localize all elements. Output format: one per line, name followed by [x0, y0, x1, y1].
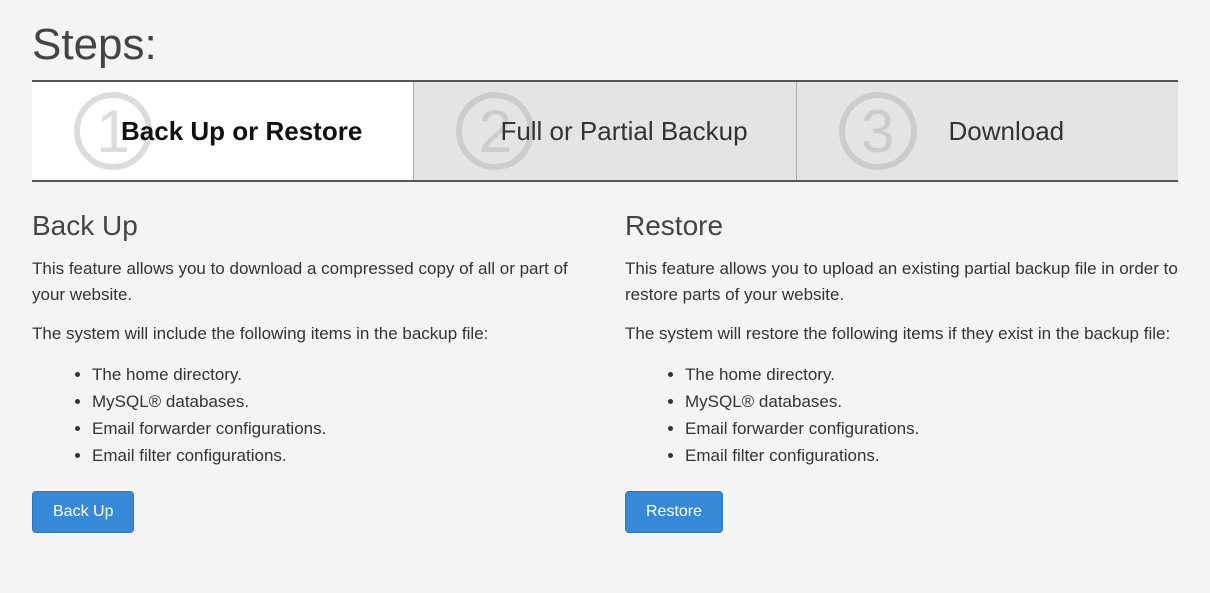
- tab-label: Full or Partial Backup: [462, 116, 747, 147]
- backup-button[interactable]: Back Up: [32, 491, 134, 533]
- list-item: MySQL® databases.: [92, 388, 585, 415]
- content-columns: Back Up This feature allows you to downl…: [32, 210, 1178, 533]
- list-item: MySQL® databases.: [685, 388, 1178, 415]
- tab-label: Download: [911, 116, 1065, 147]
- backup-item-list: The home directory. MySQL® databases. Em…: [32, 361, 585, 470]
- restore-column: Restore This feature allows you to uploa…: [625, 210, 1178, 533]
- backup-column: Back Up This feature allows you to downl…: [32, 210, 585, 533]
- page-title: Steps:: [32, 0, 1178, 82]
- tab-full-or-partial-backup[interactable]: 2 Full or Partial Backup: [414, 82, 796, 180]
- list-item: Email filter configurations.: [685, 442, 1178, 469]
- tab-backup-or-restore[interactable]: 1 Back Up or Restore: [32, 82, 414, 180]
- tab-download[interactable]: 3 Download: [797, 82, 1178, 180]
- tab-label: Back Up or Restore: [83, 116, 362, 147]
- restore-intro: The system will restore the following it…: [625, 321, 1178, 347]
- list-item: The home directory.: [685, 361, 1178, 388]
- restore-button[interactable]: Restore: [625, 491, 723, 533]
- restore-item-list: The home directory. MySQL® databases. Em…: [625, 361, 1178, 470]
- list-item: The home directory.: [92, 361, 585, 388]
- restore-description: This feature allows you to upload an exi…: [625, 256, 1178, 307]
- restore-title: Restore: [625, 210, 1178, 242]
- list-item: Email forwarder configurations.: [92, 415, 585, 442]
- list-item: Email forwarder configurations.: [685, 415, 1178, 442]
- step-number-3-icon: 3: [839, 92, 917, 170]
- list-item: Email filter configurations.: [92, 442, 585, 469]
- backup-intro: The system will include the following it…: [32, 321, 585, 347]
- backup-title: Back Up: [32, 210, 585, 242]
- steps-tabs: 1 Back Up or Restore 2 Full or Partial B…: [32, 82, 1178, 182]
- backup-description: This feature allows you to download a co…: [32, 256, 585, 307]
